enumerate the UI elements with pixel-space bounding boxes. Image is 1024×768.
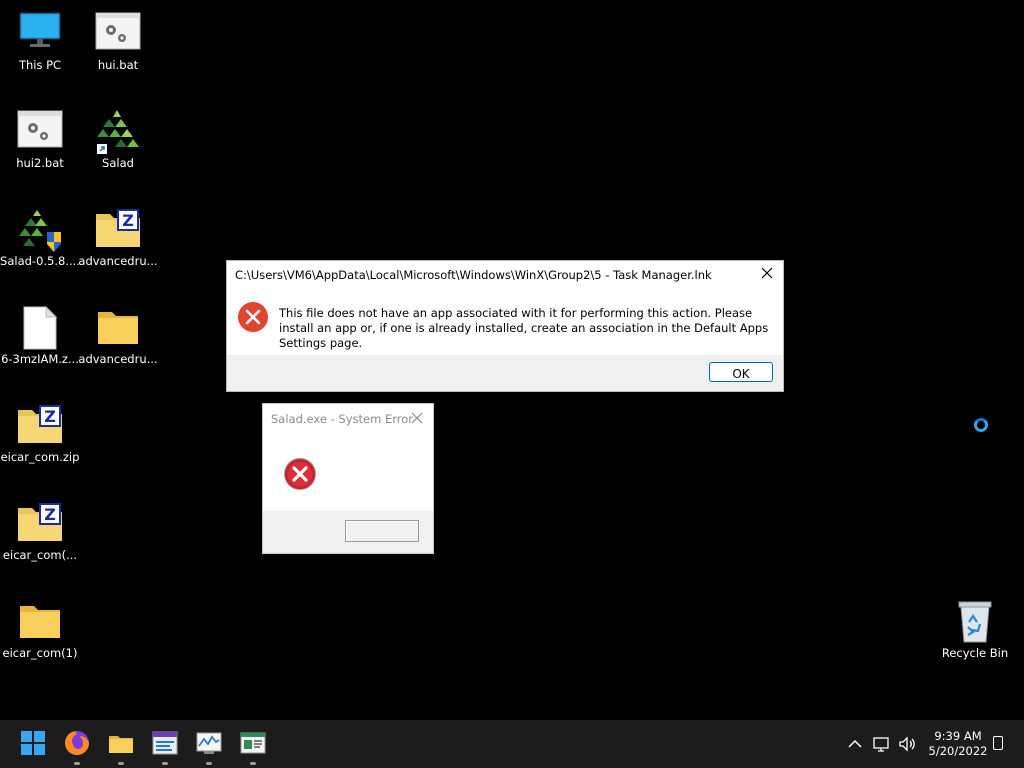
close-icon[interactable] [410, 411, 424, 425]
busy-cursor-icon [974, 418, 988, 432]
start-icon[interactable] [20, 730, 46, 756]
desktop-icon-hui-bat[interactable]: hui.bat [78, 6, 158, 98]
chevron-up-icon[interactable] [845, 734, 865, 754]
performance-monitor-icon[interactable] [196, 730, 222, 756]
taskbar-clock[interactable]: 9:39 AM 5/20/2022 [922, 729, 994, 759]
batch-file-icon [17, 110, 63, 148]
file-explorer-icon[interactable] [108, 730, 134, 756]
salad-installer-icon [19, 210, 61, 252]
svg-text:Z: Z [44, 505, 56, 524]
notification-icon[interactable] [993, 736, 1003, 750]
desktop-icon-label: Salad-0.5.8.... [0, 254, 80, 268]
firefox-icon[interactable] [64, 730, 90, 756]
ok-button[interactable]: OK [709, 362, 773, 382]
desktop-icon-eicar-folder[interactable]: eicar_com(1) [0, 594, 80, 686]
zip-folder-icon: Z [96, 209, 140, 247]
dialog-message: This file does not have an app associate… [279, 306, 769, 350]
svg-text:Z: Z [44, 407, 56, 426]
desktop-icon-file[interactable]: 6-3mzIAM.z... [0, 300, 80, 392]
clock-date: 5/20/2022 [928, 744, 988, 758]
folder-icon [20, 606, 60, 638]
volume-icon[interactable] [897, 734, 917, 754]
app-window-icon[interactable] [152, 730, 178, 756]
running-indicator [74, 762, 80, 765]
desktop-icon-label: This PC [18, 58, 62, 72]
svg-text:Z: Z [122, 211, 134, 230]
recycle-bin-icon [958, 601, 992, 643]
folder-icon [98, 312, 138, 344]
desktop-icon-salad[interactable]: Salad [78, 104, 158, 196]
monitor-icon [19, 12, 61, 47]
clock-time: 9:39 AM [934, 729, 982, 743]
desktop-icon-hui2-bat[interactable]: hui2.bat [0, 104, 80, 196]
dialog-footer: OK [227, 355, 783, 391]
desktop-icon-label: hui.bat [97, 58, 139, 72]
network-icon[interactable] [872, 734, 892, 754]
running-indicator [118, 762, 124, 765]
desktop-icon-label: advancedru... [78, 254, 158, 268]
error-x-icon [284, 458, 316, 490]
desktop-icon-salad-installer[interactable]: Salad-0.5.8.... [0, 202, 80, 294]
zip-folder-icon: Z [18, 405, 62, 443]
desktop-icon-label: Salad [102, 156, 134, 170]
file-icon [23, 306, 58, 350]
desktop-icon-label: advancedru... [78, 352, 158, 366]
desktop-icon-advancedru-folder[interactable]: advancedru... [78, 300, 158, 392]
dialog-footer [263, 511, 433, 553]
close-icon[interactable] [759, 265, 775, 281]
batch-file-icon [95, 12, 141, 50]
running-indicator [162, 762, 168, 765]
running-indicator [206, 762, 212, 765]
taskbar: 9:39 AM 5/20/2022 [0, 720, 1024, 768]
dialog-title: Salad.exe - System Error [271, 412, 413, 426]
dialog-title: C:\Users\VM6\AppData\Local\Microsoft\Win… [235, 268, 712, 282]
desktop-icon-advancedru-zip[interactable]: Z advancedru... [78, 202, 158, 294]
desktop-icon-label: 6-3mzIAM.z... [1, 352, 79, 366]
desktop-icon-label: eicar_com(1) [2, 646, 78, 660]
desktop-icon-recycle-bin[interactable]: Recycle Bin [935, 594, 1015, 686]
desktop-icon-eicar-zip[interactable]: Z eicar_com.zip [0, 398, 80, 490]
desktop-icon-label: hui2.bat [16, 156, 64, 170]
zip-folder-icon: Z [18, 503, 62, 541]
desktop-icon-label: eicar_com.zip [0, 450, 80, 464]
task-app-icon[interactable] [240, 730, 266, 756]
running-indicator [250, 762, 256, 765]
error-icon [238, 302, 268, 332]
desktop-icon-eicar-zip-copy[interactable]: Z eicar_com(... [0, 496, 80, 588]
file-association-error-dialog: C:\Users\VM6\AppData\Local\Microsoft\Win… [226, 260, 784, 392]
salad-shortcut-icon [97, 110, 139, 154]
desktop-icon-label: Recycle Bin [941, 646, 1009, 660]
dialog-button[interactable] [345, 520, 419, 542]
desktop-icon-this-pc[interactable]: This PC [0, 6, 80, 98]
system-error-dialog: Salad.exe - System Error [262, 403, 434, 554]
desktop-icon-label: eicar_com(... [2, 548, 78, 562]
